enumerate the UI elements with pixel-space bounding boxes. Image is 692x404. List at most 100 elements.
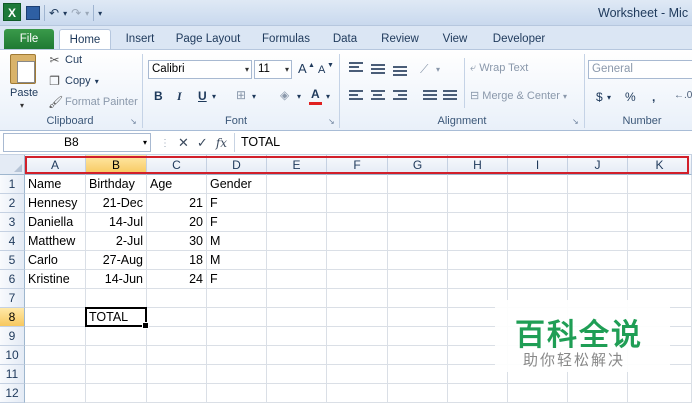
cell-b5[interactable]: 27-Aug xyxy=(86,251,147,270)
bold-button[interactable]: B xyxy=(154,88,163,104)
row-header[interactable]: 10 xyxy=(0,346,25,365)
save-icon[interactable] xyxy=(26,6,40,20)
empty-cell[interactable] xyxy=(327,346,388,365)
tab-formulas[interactable]: Formulas xyxy=(258,29,314,49)
undo-dropdown-icon[interactable]: ▾ xyxy=(63,9,67,18)
empty-cell[interactable] xyxy=(448,194,508,213)
empty-cell[interactable] xyxy=(267,270,327,289)
cell-d1[interactable]: Gender xyxy=(207,175,267,194)
font-launcher-icon[interactable]: ↘ xyxy=(328,117,335,126)
tab-home[interactable]: Home xyxy=(59,29,111,49)
empty-cell[interactable] xyxy=(327,175,388,194)
row-header[interactable]: 2 xyxy=(0,194,25,213)
empty-cell[interactable] xyxy=(267,308,327,327)
cell-b3[interactable]: 14-Jul xyxy=(86,213,147,232)
column-header[interactable]: G xyxy=(388,155,448,175)
empty-cell[interactable] xyxy=(327,365,388,384)
align-left-icon[interactable] xyxy=(349,90,363,102)
font-size-combo[interactable]: 11 ▾ xyxy=(254,60,292,79)
empty-cell[interactable] xyxy=(207,365,267,384)
column-header[interactable]: C xyxy=(147,155,207,175)
empty-cell[interactable] xyxy=(628,232,692,251)
cell-d4[interactable]: M xyxy=(207,232,267,251)
tab-developer[interactable]: Developer xyxy=(490,29,548,49)
row-header[interactable]: 9 xyxy=(0,327,25,346)
insert-function-icon[interactable]: fx xyxy=(216,136,227,150)
shrink-font-button[interactable]: A xyxy=(318,62,325,78)
merge-center-dropdown-icon[interactable]: ▾ xyxy=(563,92,567,101)
empty-cell[interactable] xyxy=(267,346,327,365)
column-header[interactable]: D xyxy=(207,155,267,175)
empty-cell[interactable] xyxy=(508,232,568,251)
cell-b6[interactable]: 14-Jun xyxy=(86,270,147,289)
cell-a1[interactable]: Name xyxy=(25,175,86,194)
empty-cell[interactable] xyxy=(448,270,508,289)
empty-cell[interactable] xyxy=(448,251,508,270)
customize-qat-icon[interactable]: ▾ xyxy=(98,9,102,18)
empty-cell[interactable] xyxy=(327,270,388,289)
underline-button[interactable]: U xyxy=(198,88,207,104)
underline-dropdown-icon[interactable]: ▾ xyxy=(212,89,216,105)
paste-dropdown-icon[interactable]: ▾ xyxy=(20,101,24,110)
tab-insert[interactable]: Insert xyxy=(122,29,158,49)
tab-view[interactable]: View xyxy=(440,29,470,49)
empty-cell[interactable] xyxy=(388,194,448,213)
font-name-combo[interactable]: Calibri ▾ xyxy=(148,60,252,79)
empty-cell[interactable] xyxy=(388,384,448,403)
row-header[interactable]: 3 xyxy=(0,213,25,232)
empty-cell[interactable] xyxy=(628,175,692,194)
cell-b1[interactable]: Birthday xyxy=(86,175,147,194)
empty-cell[interactable] xyxy=(267,327,327,346)
empty-cell[interactable] xyxy=(267,365,327,384)
cell-c1[interactable]: Age xyxy=(147,175,207,194)
empty-cell[interactable] xyxy=(508,270,568,289)
empty-cell[interactable] xyxy=(267,175,327,194)
empty-cell[interactable] xyxy=(147,327,207,346)
copy-button[interactable]: ❐ Copy ▾ xyxy=(48,75,99,87)
row-header[interactable]: 4 xyxy=(0,232,25,251)
empty-cell[interactable] xyxy=(568,194,628,213)
fill-color-icon[interactable]: ◈ xyxy=(280,87,289,103)
font-color-dropdown-icon[interactable]: ▾ xyxy=(326,89,330,105)
empty-cell[interactable] xyxy=(25,365,86,384)
cell-c5[interactable]: 18 xyxy=(147,251,207,270)
empty-cell[interactable] xyxy=(267,384,327,403)
name-box-dropdown-icon[interactable]: ▾ xyxy=(143,134,147,151)
font-size-dropdown-icon[interactable]: ▾ xyxy=(285,61,289,78)
cell-c6[interactable]: 24 xyxy=(147,270,207,289)
empty-cell[interactable] xyxy=(628,384,692,403)
select-all-button[interactable] xyxy=(0,155,25,175)
cell-b4[interactable]: 2-Jul xyxy=(86,232,147,251)
empty-cell[interactable] xyxy=(86,365,147,384)
enter-icon[interactable]: ✓ xyxy=(197,135,208,151)
empty-cell[interactable] xyxy=(327,251,388,270)
empty-cell[interactable] xyxy=(628,251,692,270)
empty-cell[interactable] xyxy=(147,384,207,403)
column-header[interactable]: K xyxy=(628,155,692,175)
align-bottom-icon[interactable] xyxy=(393,66,407,78)
excel-logo-icon[interactable]: X xyxy=(3,3,21,21)
font-name-dropdown-icon[interactable]: ▾ xyxy=(245,61,249,78)
empty-cell[interactable] xyxy=(508,175,568,194)
empty-cell[interactable] xyxy=(147,365,207,384)
empty-cell[interactable] xyxy=(25,327,86,346)
formula-input[interactable]: TOTAL xyxy=(234,133,690,152)
borders-icon[interactable]: ⊞ xyxy=(236,87,246,103)
empty-cell[interactable] xyxy=(86,384,147,403)
empty-cell[interactable] xyxy=(448,232,508,251)
cell-a5[interactable]: Carlo xyxy=(25,251,86,270)
column-header[interactable]: E xyxy=(267,155,327,175)
empty-cell[interactable] xyxy=(267,251,327,270)
column-header[interactable]: A xyxy=(25,155,86,175)
empty-cell[interactable] xyxy=(388,232,448,251)
tab-page-layout[interactable]: Page Layout xyxy=(174,29,242,49)
row-header[interactable]: 5 xyxy=(0,251,25,270)
cell-b2[interactable]: 21-Dec xyxy=(86,194,147,213)
empty-cell[interactable] xyxy=(327,213,388,232)
empty-cell[interactable] xyxy=(568,175,628,194)
column-header[interactable]: F xyxy=(327,155,388,175)
empty-cell[interactable] xyxy=(628,213,692,232)
empty-cell[interactable] xyxy=(207,346,267,365)
merge-center-button[interactable]: ⊟ Merge & Center ▾ xyxy=(470,89,567,102)
empty-cell[interactable] xyxy=(388,327,448,346)
